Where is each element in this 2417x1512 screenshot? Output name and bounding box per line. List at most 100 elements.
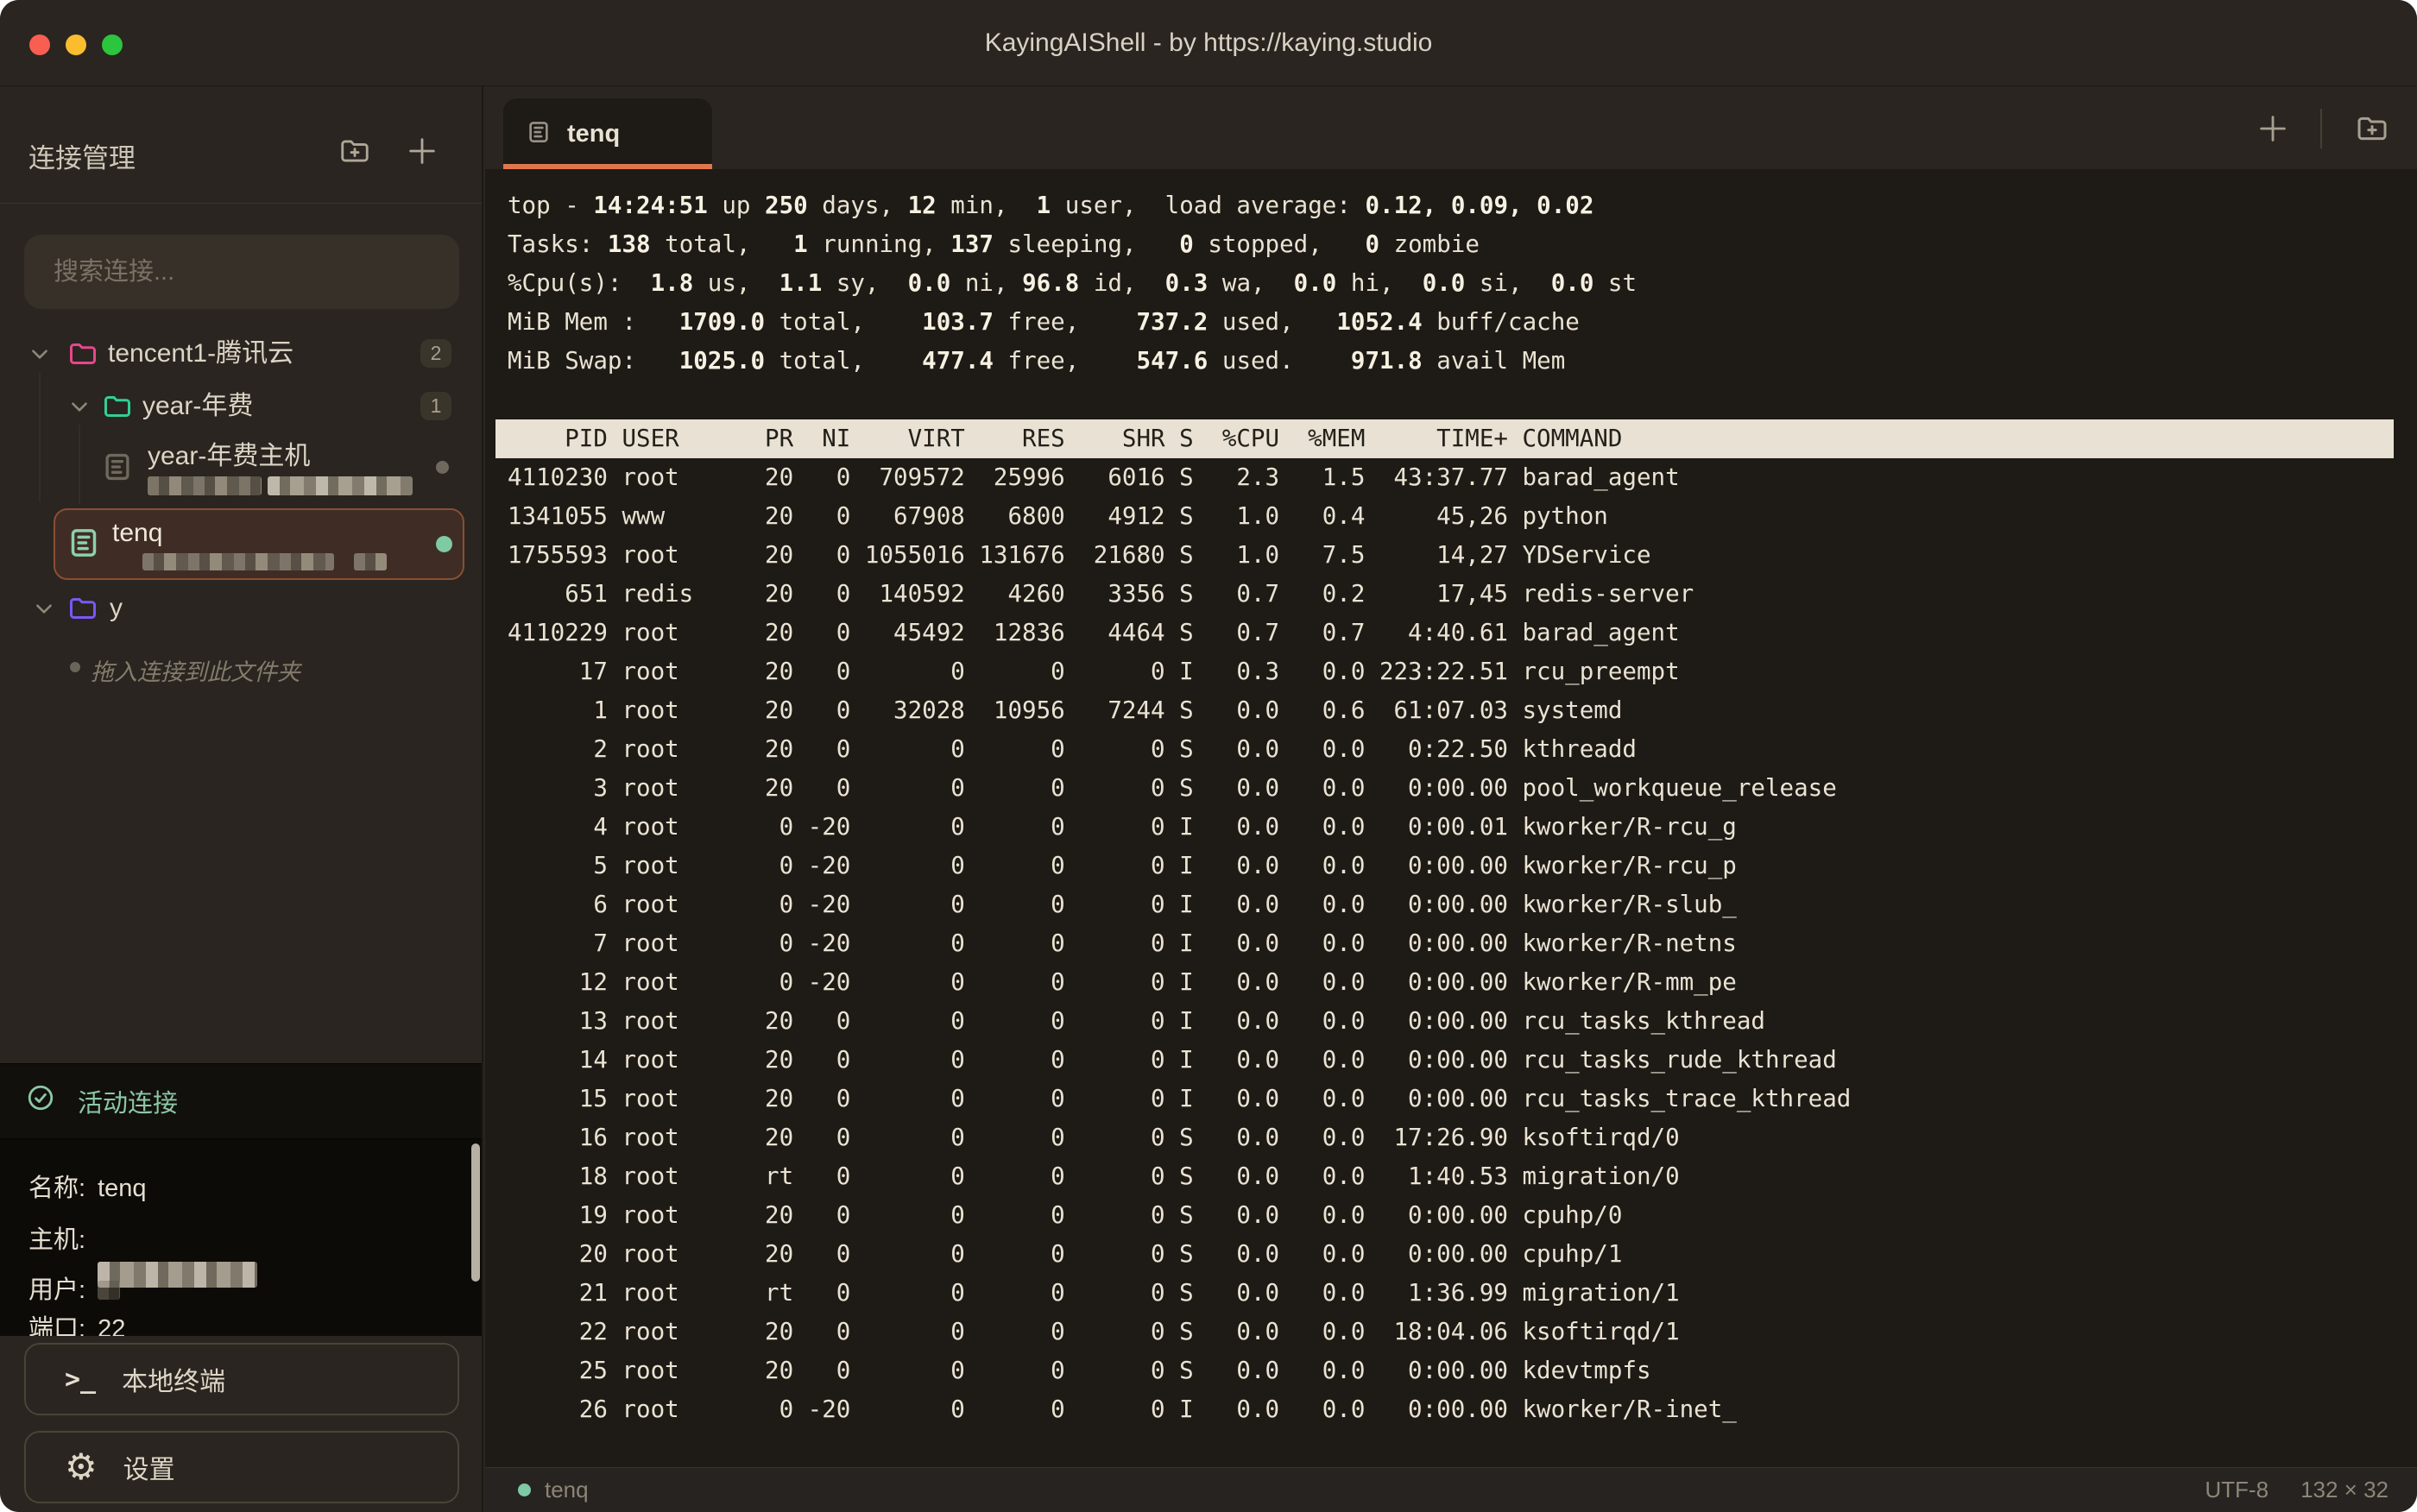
chevron-down-icon[interactable] — [28, 343, 51, 369]
status-dot — [436, 461, 449, 474]
drop-hint-label: 拖入连接到此文件夹 — [91, 653, 300, 687]
active-connections-header: 活动连接 — [0, 1063, 482, 1139]
terminal-line: MiB Swap: 1025.0 total, 477.4 free, 547.… — [508, 342, 2417, 381]
process-row: 651 redis 20 0 140592 4260 3356 S 0.7 0.… — [508, 575, 2417, 614]
sidebar-item-year-folder[interactable]: year-年费 1 — [17, 384, 466, 429]
plus-icon — [2256, 111, 2290, 146]
main-area: tenq top - 14:24:51 up 250 days, 12 min,… — [485, 86, 2417, 1512]
terminal-line: Tasks: 138 total, 1 running, 137 sleepin… — [508, 225, 2417, 264]
process-row: 22 root 20 0 0 0 0 S 0.0 0.0 18:04.06 ks… — [508, 1313, 2417, 1351]
detail-name-row: 名称: tenq — [28, 1174, 147, 1203]
statusbar: tenq UTF-8 132 × 32 — [485, 1467, 2417, 1512]
tabbar: tenq — [485, 86, 2417, 169]
sidebar-item-tenq-connection[interactable]: tenq — [54, 508, 464, 580]
process-row: 19 root 20 0 0 0 0 S 0.0 0.0 0:00.00 cpu… — [508, 1196, 2417, 1235]
scrollbar[interactable] — [471, 1143, 480, 1282]
bullet-dot-icon — [70, 662, 80, 672]
process-row: 15 root 20 0 0 0 0 I 0.0 0.0 0:00.00 rcu… — [508, 1080, 2417, 1118]
port-value: 22 — [98, 1314, 125, 1336]
sidebar-title: 连接管理 — [28, 136, 136, 175]
sidebar-item-tencent-folder[interactable]: tencent1-腾讯云 2 — [17, 331, 466, 376]
process-row: 4110229 root 20 0 45492 12836 4464 S 0.7… — [508, 614, 2417, 652]
folder-label: y — [110, 594, 123, 623]
redacted-subtitle — [354, 553, 387, 570]
detail-host-row: 主机: — [28, 1225, 257, 1255]
connection-label: year-年费主机 — [148, 442, 310, 471]
folder-plus-icon — [2355, 111, 2389, 146]
plus-icon — [405, 134, 439, 173]
user-label: 用户: — [28, 1276, 85, 1305]
drop-hint: 拖入连接到此文件夹 — [17, 645, 466, 690]
redacted-host-value — [98, 1262, 257, 1288]
terminal-line: top - 14:24:51 up 250 days, 12 min, 1 us… — [508, 186, 2417, 225]
window-title: KayingAIShell - by https://kaying.studio — [0, 0, 2417, 85]
connection-label: tenq — [112, 519, 162, 548]
new-tab-button[interactable] — [2253, 109, 2293, 148]
folder-count-badge: 2 — [420, 339, 451, 368]
connected-dot-icon — [518, 1484, 531, 1496]
process-row: 21 root rt 0 0 0 0 S 0.0 0.0 1:36.99 mig… — [508, 1274, 2417, 1313]
process-row: 20 root 20 0 0 0 0 S 0.0 0.0 0:00.00 cpu… — [508, 1235, 2417, 1274]
process-row: 1755593 root 20 0 1055016 131676 21680 S… — [508, 536, 2417, 575]
process-row: 25 root 20 0 0 0 0 S 0.0 0.0 0:00.00 kde… — [508, 1351, 2417, 1390]
redacted-subtitle — [148, 476, 262, 495]
sidebar: 连接管理 tencent1-腾讯云 2 — [0, 86, 483, 1512]
search-input[interactable] — [24, 235, 459, 309]
process-row: 13 root 20 0 0 0 0 I 0.0 0.0 0:00.00 rcu… — [508, 1002, 2417, 1041]
detail-user-row: 用户: — [28, 1276, 120, 1305]
process-row: 12 root 0 -20 0 0 0 I 0.0 0.0 0:00.00 kw… — [508, 963, 2417, 1002]
add-connection-button[interactable] — [402, 133, 442, 173]
terminal-session-icon — [526, 119, 552, 149]
name-value: tenq — [98, 1174, 146, 1203]
blank-line — [508, 381, 2417, 419]
redacted-user-value — [98, 1281, 120, 1300]
active-connections-title: 活动连接 — [78, 1083, 178, 1119]
process-row: 3 root 20 0 0 0 0 S 0.0 0.0 0:00.00 pool… — [508, 769, 2417, 808]
process-row: 7 root 0 -20 0 0 0 I 0.0 0.0 0:00.00 kwo… — [508, 924, 2417, 963]
open-folder-button[interactable] — [2352, 109, 2392, 148]
chevron-down-icon[interactable] — [33, 597, 55, 624]
folder-plus-icon — [338, 135, 371, 172]
process-row: 5 root 0 -20 0 0 0 I 0.0 0.0 0:00.00 kwo… — [508, 847, 2417, 885]
status-dot — [436, 536, 452, 552]
settings-label: 设置 — [123, 1448, 175, 1486]
sidebar-item-year-host-connection[interactable]: year-年费主机 — [17, 428, 466, 506]
process-row: 18 root rt 0 0 0 0 S 0.0 0.0 1:40.53 mig… — [508, 1157, 2417, 1196]
settings-button[interactable]: ⚙ 设置 — [24, 1431, 459, 1503]
sidebar-item-y-folder[interactable]: y — [17, 586, 466, 631]
divider — [0, 203, 482, 204]
process-row: 26 root 0 -20 0 0 0 I 0.0 0.0 0:00.00 kw… — [508, 1390, 2417, 1429]
connection-icon — [66, 526, 101, 564]
app-window: KayingAIShell - by https://kaying.studio… — [0, 0, 2417, 1512]
terminal-output[interactable]: top - 14:24:51 up 250 days, 12 min, 1 us… — [485, 169, 2417, 1467]
statusbar-encoding: UTF-8 — [2205, 1477, 2269, 1503]
toolbar-divider — [2320, 109, 2322, 148]
chevron-down-icon[interactable] — [68, 395, 91, 422]
process-row: 16 root 20 0 0 0 0 S 0.0 0.0 17:26.90 ks… — [508, 1118, 2417, 1157]
tab-tenq[interactable]: tenq — [503, 98, 712, 169]
process-row: 4110230 root 20 0 709572 25996 6016 S 2.… — [508, 458, 2417, 497]
terminal-table-header: PID USER PR NI VIRT RES SHR S %CPU %MEM … — [495, 419, 2394, 458]
process-row: 1341055 www 20 0 67908 6800 4912 S 1.0 0… — [508, 497, 2417, 536]
terminal-prompt-icon: >_ — [65, 1364, 96, 1395]
port-label: 端口: — [28, 1314, 85, 1336]
folder-icon — [102, 391, 133, 426]
new-folder-button[interactable] — [335, 133, 375, 173]
redacted-subtitle — [142, 553, 334, 570]
process-row: 6 root 0 -20 0 0 0 I 0.0 0.0 0:00.00 kwo… — [508, 885, 2417, 924]
gear-icon: ⚙ — [65, 1449, 98, 1485]
top-summary: top - 14:24:51 up 250 days, 12 min, 1 us… — [508, 186, 2417, 381]
statusbar-connection-label: tenq — [545, 1477, 589, 1503]
titlebar: KayingAIShell - by https://kaying.studio — [0, 0, 2417, 86]
statusbar-connection: tenq — [518, 1477, 589, 1503]
connection-details-panel: 名称: tenq 主机: 用户: 端口: 22 — [0, 1139, 482, 1336]
process-row: 2 root 20 0 0 0 0 S 0.0 0.0 0:22.50 kthr… — [508, 730, 2417, 769]
local-terminal-button[interactable]: >_ 本地终端 — [24, 1343, 459, 1415]
folder-label: tencent1-腾讯云 — [108, 339, 293, 369]
local-terminal-label: 本地终端 — [122, 1360, 225, 1398]
redacted-subtitle — [268, 476, 413, 495]
folder-count-badge: 1 — [420, 392, 451, 420]
folder-icon — [67, 593, 98, 628]
connection-icon — [101, 450, 134, 488]
process-row: 1 root 20 0 32028 10956 7244 S 0.0 0.6 6… — [508, 691, 2417, 730]
